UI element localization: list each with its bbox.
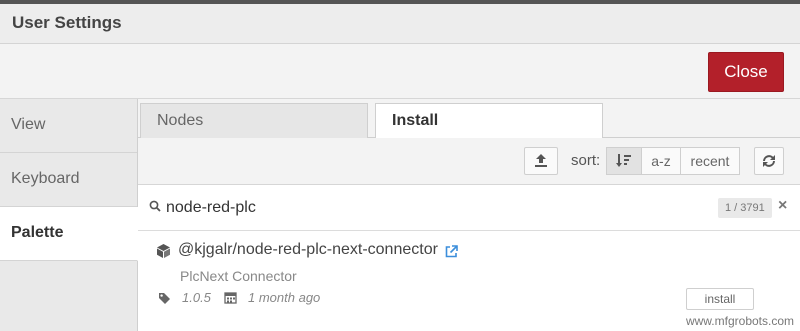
watermark-text: www.mfgrobots.com (685, 314, 794, 328)
dialog-toolbar: Close (0, 45, 800, 99)
upload-button[interactable] (524, 147, 558, 175)
sort-recent-button[interactable]: recent (680, 147, 740, 175)
sidebar-item-view[interactable]: View (0, 99, 137, 153)
package-name: @kjgalr/node-red-plc-next-connector (178, 241, 438, 258)
refresh-icon (763, 155, 775, 167)
sort-relevance-button[interactable] (606, 147, 642, 175)
tab-nodes[interactable]: Nodes (140, 103, 368, 138)
search-row: 1 / 3791 × (138, 185, 800, 231)
tab-install[interactable]: Install (375, 103, 603, 139)
calendar-icon (224, 292, 237, 304)
dialog-title: User Settings (0, 4, 800, 44)
sidebar-item-palette[interactable]: Palette (0, 207, 138, 261)
result-count-badge: 1 / 3791 (718, 198, 772, 218)
upload-icon (535, 154, 547, 167)
sort-relevance-icon (616, 154, 631, 167)
sort-label: sort: (571, 152, 601, 169)
package-updated: 1 month ago (248, 290, 321, 305)
palette-tabs: Nodes Install (138, 99, 800, 139)
clear-search-icon[interactable]: × (778, 197, 787, 215)
sort-az-button[interactable]: a-z (641, 147, 681, 175)
refresh-button[interactable] (754, 147, 784, 175)
install-toolbar: sort: a-z recent (138, 138, 800, 185)
tag-icon (159, 293, 170, 304)
package-icon (157, 244, 170, 258)
close-button[interactable]: Close (708, 52, 784, 92)
package-version: 1.0.5 (182, 290, 211, 305)
search-icon (149, 200, 161, 212)
settings-sidebar: View Keyboard Palette (0, 99, 138, 331)
palette-panel: Nodes Install sort: a-z recent node-red-… (138, 99, 800, 331)
external-link-icon[interactable] (445, 245, 458, 258)
install-button[interactable]: install (686, 288, 754, 310)
sidebar-item-keyboard[interactable]: Keyboard (0, 153, 137, 207)
package-description: PlcNext Connector (180, 268, 297, 284)
search-input[interactable] (166, 195, 566, 221)
